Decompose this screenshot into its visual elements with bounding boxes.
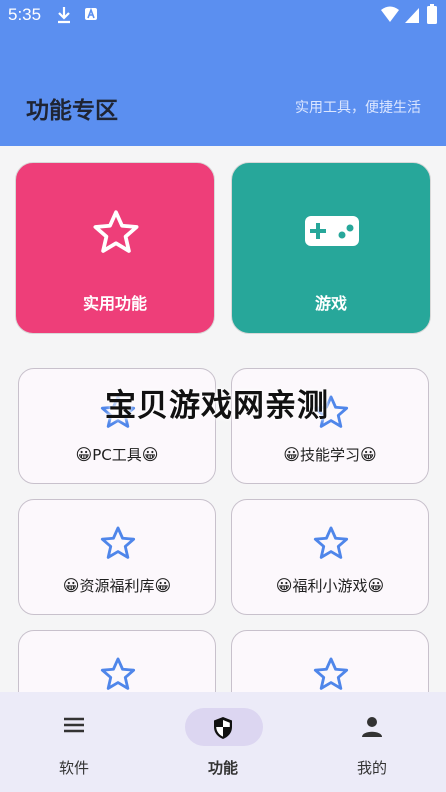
grinning-face-icon: 😀: [75, 445, 93, 464]
item-card[interactable]: 😀资源福利库😀: [18, 499, 216, 615]
shield-icon: [214, 717, 232, 739]
nav-item-software[interactable]: 软件: [0, 692, 148, 792]
nav-item-features[interactable]: 功能: [149, 692, 297, 792]
grinning-face-icon: 😀: [141, 445, 159, 464]
star-icon: [100, 657, 136, 690]
nav-item-mine[interactable]: 我的: [298, 692, 446, 792]
nav-label: 功能: [207, 759, 238, 777]
grinning-face-icon: 😀: [283, 445, 300, 464]
app-header: 功能专区 实用工具，便捷生活: [0, 32, 446, 146]
grinning-face-icon: 😀: [62, 576, 80, 595]
wifi-icon: [381, 6, 399, 22]
watermark: 宝贝游戏网亲测: [105, 388, 329, 424]
status-time: 5:35: [8, 5, 42, 24]
star-icon: [93, 210, 139, 253]
nav-label: 软件: [58, 759, 89, 777]
download-icon: [58, 7, 70, 24]
item-card-label: 😀PC工具😀: [75, 445, 159, 464]
person-icon: [362, 717, 382, 737]
star-icon: [313, 526, 349, 559]
gamepad-icon: [305, 216, 359, 246]
item-card[interactable]: [18, 630, 216, 692]
nav-label: 我的: [356, 759, 387, 777]
battery-icon: [427, 4, 437, 24]
menu-icon: [64, 717, 84, 733]
bottom-navigation: 软件 功能 我的: [0, 692, 446, 792]
item-card-label: 😀技能学习😀: [283, 445, 377, 464]
page-subtitle: 实用工具，便捷生活: [295, 100, 421, 116]
item-card[interactable]: 😀福利小游戏😀: [231, 499, 429, 615]
item-card-label: 😀福利小游戏😀: [275, 576, 385, 595]
feature-card-label: 游戏: [314, 294, 347, 313]
page-title: 功能专区: [26, 98, 118, 124]
grinning-face-icon: 😀: [275, 576, 293, 595]
feature-card-games[interactable]: 游戏: [231, 162, 431, 334]
keyboard-notification-icon: [85, 7, 97, 20]
item-card[interactable]: [231, 630, 429, 692]
feature-card-label: 实用功能: [82, 294, 147, 313]
grinning-face-icon: 😀: [154, 576, 172, 595]
feature-card-practical[interactable]: 实用功能: [15, 162, 215, 334]
star-icon: [100, 526, 136, 559]
feature-content[interactable]: 实用功能 游戏 😀PC工具😀 😀技能学习😀 😀资源福利库😀 😀福利小游戏😀 宝贝…: [0, 146, 446, 692]
grinning-face-icon: 😀: [360, 445, 377, 464]
signal-icon: [405, 8, 419, 23]
grinning-face-icon: 😀: [367, 576, 385, 595]
status-bar: 5:35: [0, 0, 446, 32]
star-icon: [313, 657, 349, 690]
item-card-label: 😀资源福利库😀: [62, 576, 172, 595]
